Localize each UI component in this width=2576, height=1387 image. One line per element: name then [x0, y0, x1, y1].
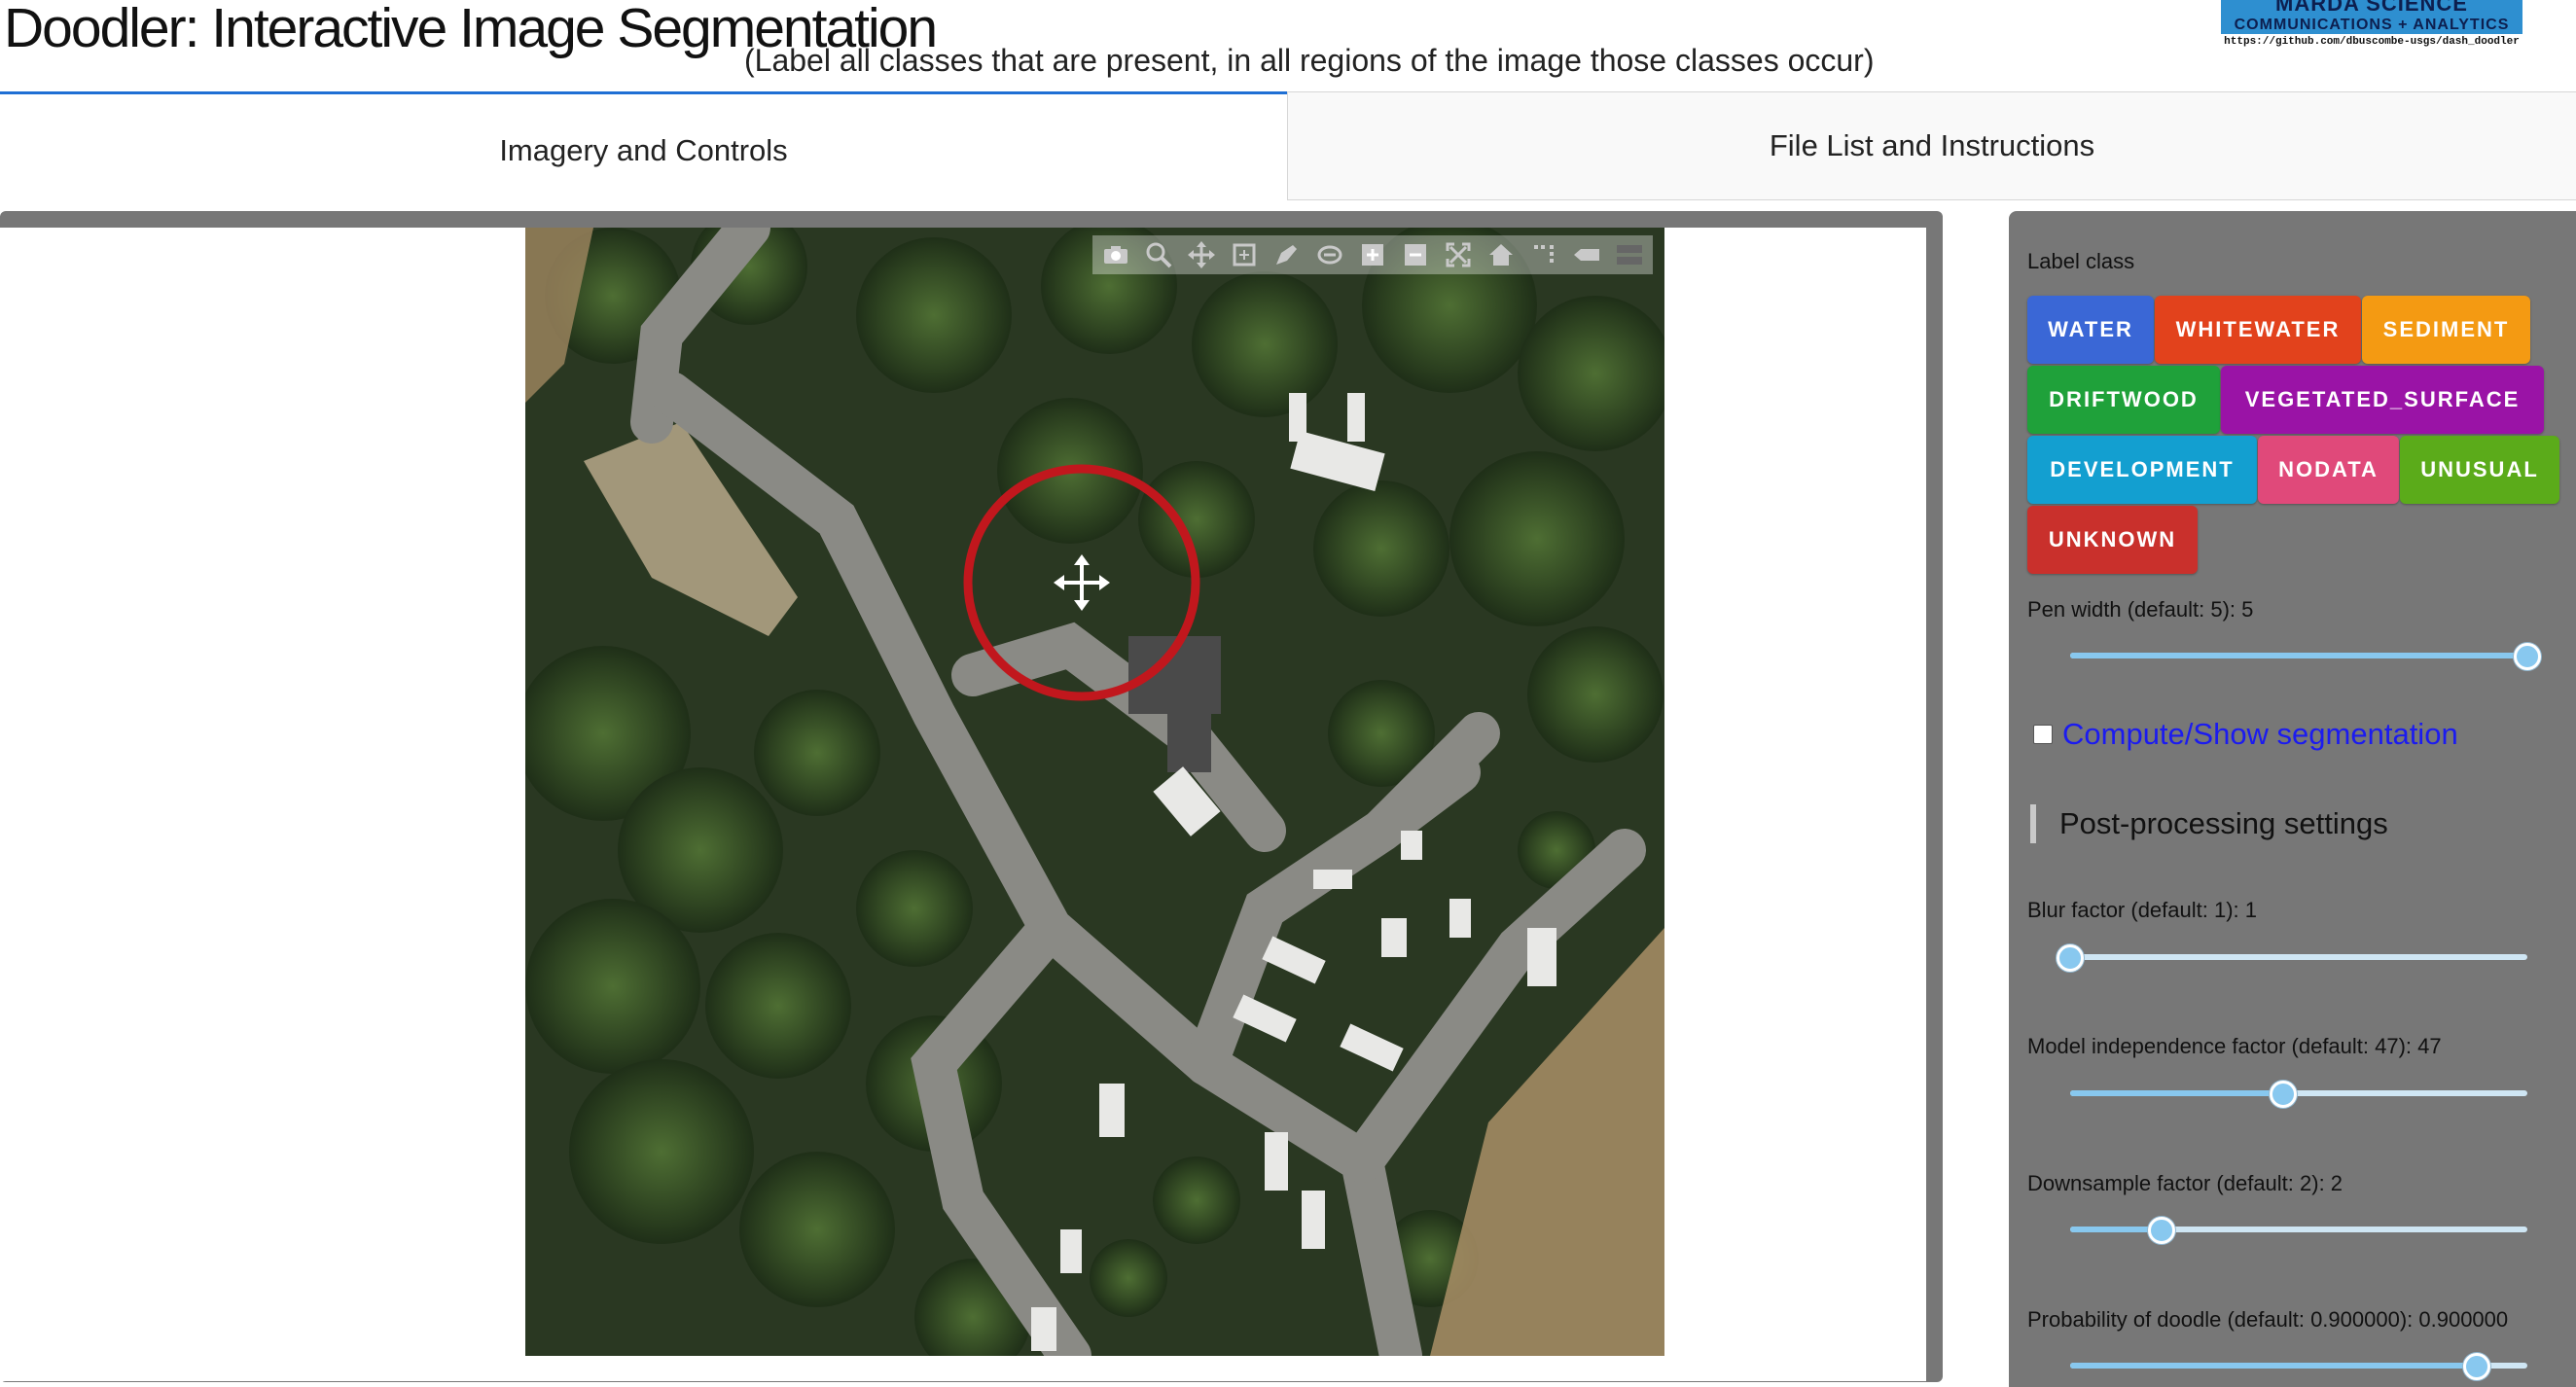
hover-compare-icon[interactable] — [1612, 237, 1647, 272]
class-button-whitewater[interactable]: WHITEWATER — [2155, 296, 2361, 364]
class-button-vegetated-surface[interactable]: VEGETATED_SURFACE — [2221, 366, 2544, 434]
camera-icon[interactable] — [1098, 237, 1133, 272]
class-button-nodata[interactable]: NODATA — [2258, 436, 2399, 504]
draw-freehand-icon[interactable] — [1270, 237, 1305, 272]
pan-icon[interactable] — [1184, 237, 1219, 272]
model-independence-slider[interactable] — [2070, 1079, 2527, 1108]
slider-fill — [2070, 1363, 2478, 1369]
tab-file-list-and-instructions[interactable]: File List and Instructions — [1287, 91, 2576, 200]
zoom-icon[interactable] — [1141, 237, 1176, 272]
class-button-sediment[interactable]: SEDIMENT — [2362, 296, 2530, 364]
logo-url: https://github.com/dbuscombe-usgs/dash_d… — [2224, 36, 2520, 48]
logo-line1: MARDA SCIENCE — [2275, 0, 2468, 16]
plot-modebar — [1092, 235, 1653, 274]
autoscale-icon[interactable] — [1441, 237, 1476, 272]
label-class-title: Label class — [2027, 249, 2135, 273]
model-independence-label: Model independence factor (default: 47):… — [2027, 1034, 2442, 1058]
tab-bar: Imagery and Controls File List and Instr… — [0, 91, 2576, 208]
pen-width-slider[interactable] — [2070, 641, 2541, 670]
zoom-in-icon[interactable] — [1355, 237, 1390, 272]
slider-handle[interactable] — [2148, 1217, 2175, 1244]
doodle-probability-label: Probability of doodle (default: 0.900000… — [2027, 1307, 2509, 1332]
page-subtitle: (Label all classes that are present, in … — [744, 43, 1875, 78]
downsample-factor-label: Downsample factor (default: 2): 2 — [2027, 1171, 2343, 1195]
compute-segmentation-toggle[interactable]: Compute/Show segmentation — [2033, 717, 2458, 752]
post-processing-heading: Post-processing settings — [2030, 804, 2388, 843]
blur-factor-label: Blur factor (default: 1): 1 — [2027, 898, 2257, 922]
class-button-development[interactable]: DEVELOPMENT — [2027, 436, 2257, 504]
class-button-unknown[interactable]: UNKNOWN — [2027, 506, 2198, 574]
slider-track — [2070, 954, 2527, 960]
erase-shape-icon[interactable] — [1312, 237, 1347, 272]
slider-handle[interactable] — [2269, 1081, 2297, 1108]
hover-closest-icon[interactable] — [1569, 237, 1604, 272]
aerial-image[interactable] — [525, 228, 1664, 1356]
downsample-factor-slider[interactable] — [2070, 1215, 2527, 1244]
zoom-out-icon[interactable] — [1398, 237, 1433, 272]
marda-science-logo: MARDA SCIENCE COMMUNICATIONS + ANALYTICS… — [2221, 0, 2522, 54]
spike-lines-icon[interactable] — [1526, 237, 1561, 272]
class-button-driftwood[interactable]: DRIFTWOOD — [2027, 366, 2220, 434]
tab-imagery-and-controls[interactable]: Imagery and Controls — [0, 91, 1287, 206]
slider-handle[interactable] — [2463, 1353, 2491, 1380]
doodle-probability-slider[interactable] — [2070, 1351, 2527, 1380]
blur-factor-slider[interactable] — [2057, 942, 2527, 972]
compute-checkbox[interactable] — [2033, 725, 2053, 744]
slider-fill — [2070, 1090, 2283, 1096]
compute-label[interactable]: Compute/Show segmentation — [2062, 717, 2458, 752]
logo-line2: COMMUNICATIONS + ANALYTICS — [2234, 17, 2510, 33]
class-button-unusual[interactable]: UNUSUAL — [2400, 436, 2559, 504]
zoom-box-icon[interactable] — [1227, 237, 1262, 272]
pen-width-label: Pen width (default: 5): 5 — [2027, 597, 2254, 622]
image-viewer-frame — [0, 211, 1943, 1382]
class-button-water[interactable]: WATER — [2027, 296, 2154, 364]
slider-handle[interactable] — [2057, 944, 2084, 972]
slider-handle[interactable] — [2514, 643, 2541, 670]
home-icon[interactable] — [1484, 237, 1519, 272]
slider-fill — [2070, 653, 2527, 658]
